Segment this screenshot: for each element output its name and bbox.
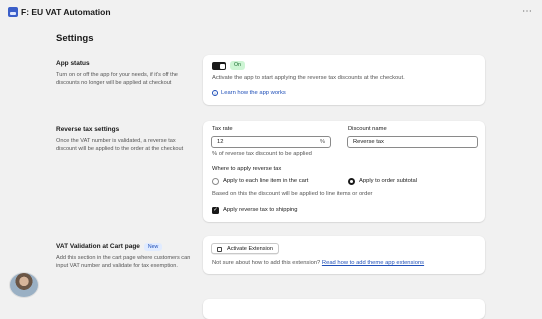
tax-rate-input[interactable]: 12 % — [211, 136, 331, 148]
tax-rate-help: % of reverse tax discount to be applied — [212, 151, 312, 157]
discount-name-label: Discount name — [348, 126, 387, 132]
radio-subtotal-label: Apply to order subtotal — [359, 178, 418, 184]
percent-suffix: % — [319, 139, 325, 145]
status-badge: On — [230, 61, 245, 70]
extension-help: Not sure about how to add this extension… — [212, 260, 424, 266]
avatar[interactable] — [10, 273, 38, 297]
app-status-description: Turn on or off the app for your needs, i… — [56, 72, 178, 86]
reverse-tax-description: Once the VAT number is validated, a reve… — [56, 138, 184, 152]
app-title: F: EU VAT Automation — [21, 7, 111, 17]
radio-subtotal[interactable] — [348, 178, 355, 185]
based-on-text: Based on this the discount will be appli… — [212, 191, 373, 197]
vat-validation-card: Activate Extension Not sure about how to… — [203, 236, 485, 274]
radio-line-item[interactable] — [212, 178, 219, 185]
tax-rate-value: 12 — [217, 139, 224, 145]
tax-rate-label: Tax rate — [212, 126, 233, 132]
app-status-card: On Activate the app to start applying th… — [203, 55, 485, 105]
page-title: Settings — [56, 33, 94, 44]
discount-name-input[interactable]: Reverse tax — [347, 136, 478, 148]
shipping-checkbox[interactable]: ✓ — [212, 207, 219, 214]
reverse-tax-card: Tax rate 12 % % of reverse tax discount … — [203, 121, 485, 222]
learn-how-link[interactable]: Learn how the app works — [221, 90, 286, 96]
app-header: F: EU VAT Automation ⋯ — [0, 0, 542, 24]
more-actions-icon[interactable]: ⋯ — [522, 6, 532, 17]
reverse-tax-title: Reverse tax settings — [56, 126, 120, 133]
external-link-icon — [217, 246, 222, 252]
extension-help-text: Not sure about how to add this extension… — [212, 260, 321, 266]
vat-validation-title: VAT Validation at Cart page New — [56, 243, 163, 251]
vat-validation-title-text: VAT Validation at Cart page — [56, 243, 140, 250]
app-status-info: Activate the app to start applying the r… — [212, 75, 405, 81]
new-badge: New — [143, 243, 163, 251]
next-card — [203, 299, 485, 319]
activate-extension-button[interactable]: Activate Extension — [211, 243, 280, 254]
shipping-checkbox-label: Apply reverse tax to shipping — [223, 207, 298, 213]
app-logo-icon — [8, 7, 18, 17]
vat-validation-description: Add this section in the cart page where … — [56, 255, 191, 269]
info-icon: i — [212, 90, 218, 96]
where-to-apply-label: Where to apply reverse tax — [212, 166, 282, 172]
radio-line-item-label: Apply to each line item in the cart — [223, 178, 309, 184]
app-status-toggle[interactable] — [212, 62, 226, 70]
app-status-title: App status — [56, 60, 90, 67]
theme-extensions-link[interactable]: Read how to add theme app extensions — [322, 260, 424, 266]
activate-extension-label: Activate Extension — [227, 246, 274, 252]
